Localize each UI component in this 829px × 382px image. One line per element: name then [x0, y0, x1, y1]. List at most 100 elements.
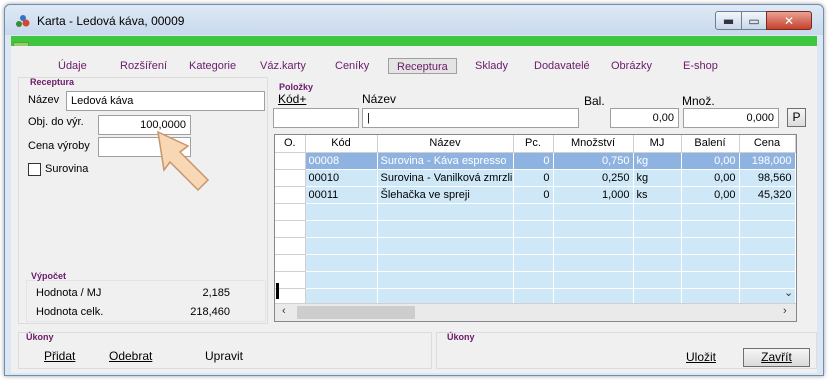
maximize-button[interactable]: ▭ — [741, 11, 767, 30]
maximize-icon: ▭ — [748, 13, 760, 28]
odebrat-button[interactable]: Odebrat — [109, 346, 152, 366]
empty-row — [275, 220, 796, 238]
horizontal-scrollbar[interactable]: ‹ › — [275, 303, 796, 321]
cell-kod: 00011 — [305, 186, 378, 204]
cell-mnozstvi: 0,250 — [553, 169, 634, 187]
cell-nazev: Šlehačka ve spreji — [377, 186, 514, 204]
col-header-mj[interactable]: MJ — [633, 135, 682, 153]
bal-label: Bal. — [584, 94, 605, 108]
col-header-mnozstvi[interactable]: Množství — [553, 135, 634, 153]
grid-header-row: O. Kód Název Pc. Množství MJ Balení Cena — [275, 135, 796, 153]
close-icon: ✕ — [783, 13, 795, 28]
kod-input[interactable] — [273, 108, 359, 128]
cell-o — [275, 169, 306, 187]
tab-rozsireni[interactable]: Rozšíření — [120, 58, 167, 74]
pridat-button[interactable]: Přidat — [44, 346, 75, 366]
pointer-arrow-icon — [157, 130, 210, 192]
col-header-kod[interactable]: Kód — [305, 135, 378, 153]
items-table: O. Kód Název Pc. Množství MJ Balení Cena… — [275, 135, 796, 306]
cell-baleni: 0,00 — [681, 152, 740, 170]
card-body: Údaje Rozšíření Kategorie Váz.karty Cení… — [11, 46, 817, 373]
cell-kod: 00008 — [305, 152, 378, 170]
cell-mj: ks — [633, 186, 682, 204]
ulozit-label: Uložit — [686, 350, 717, 364]
cena-vyroby-label: Cena výroby — [28, 140, 90, 152]
tab-vaz-karty[interactable]: Váz.karty — [260, 58, 306, 74]
empty-row — [275, 203, 796, 221]
nazev-col-label: Název — [362, 92, 397, 106]
tab-sklady[interactable]: Sklady — [475, 58, 508, 74]
cell-o — [275, 186, 306, 204]
cell-pc: 0 — [513, 186, 554, 204]
table-row[interactable]: 00010 Surovina - Vanilková zmrzlina 0 0,… — [275, 169, 796, 187]
card-window: Karta - Ledová káva, 00009 ▬ ▭ ✕ ? Údaje… — [4, 4, 824, 376]
scroll-down-icon[interactable]: ⌄ — [784, 286, 793, 299]
app-icon — [16, 15, 30, 27]
cell-mj: kg — [633, 169, 682, 187]
table-row[interactable]: 00008 Surovina - Káva espresso 0 0,750 k… — [275, 152, 796, 170]
scroll-left-icon[interactable]: ‹ — [282, 305, 286, 317]
vertical-scrollbar[interactable]: ⌄ — [780, 152, 796, 303]
tab-ceniky[interactable]: Ceníky — [335, 58, 369, 74]
cell-mnozstvi: 0,750 — [553, 152, 634, 170]
title-bar[interactable]: Karta - Ledová káva, 00009 ▬ ▭ ✕ — [5, 5, 823, 35]
cell-pc: 0 — [513, 169, 554, 187]
scroll-right-icon[interactable]: › — [783, 305, 787, 317]
cell-nazev: Surovina - Káva espresso — [377, 152, 514, 170]
tab-eshop[interactable]: E-shop — [683, 58, 718, 74]
odebrat-label: Odebrat — [109, 349, 153, 363]
ulozit-button[interactable]: Uložit — [686, 347, 716, 367]
ukony-right-title: Úkony — [447, 332, 475, 342]
cell-nazev: Surovina - Vanilková zmrzlina — [377, 169, 514, 187]
col-header-baleni[interactable]: Balení — [681, 135, 740, 153]
ukony-right-group: Úkony Uložit Zavřít — [436, 332, 817, 369]
zavrit-label: Zavřít — [761, 350, 792, 364]
vypocet-group: Výpočet Hodnota / MJ 2,185 Hodnota celk.… — [26, 271, 266, 322]
table-row[interactable]: 00011 Šlehačka ve spreji 0 1,000 ks 0,00… — [275, 186, 796, 204]
tab-udaje[interactable]: Údaje — [58, 58, 87, 74]
ukony-left-group: Úkony Přidat Odebrat Upravit — [18, 332, 432, 369]
empty-row — [275, 254, 796, 272]
cell-mj: kg — [633, 152, 682, 170]
tab-obrazky[interactable]: Obrázky — [611, 58, 652, 74]
nazev-input[interactable] — [66, 91, 265, 111]
surovina-label: Surovina — [45, 163, 89, 175]
polozky-title: Položky — [279, 82, 314, 92]
nazev-label: Název — [28, 94, 60, 106]
hodnota-mj-value: 2,185 — [202, 287, 230, 299]
ukony-left-title: Úkony — [26, 332, 54, 342]
hodnota-celk-value: 218,460 — [190, 306, 230, 318]
col-header-nazev[interactable]: Název — [377, 135, 514, 153]
zavrit-button[interactable]: Zavřít — [743, 348, 810, 367]
p-button[interactable]: P — [787, 108, 806, 127]
tab-receptura[interactable]: Receptura — [388, 58, 457, 74]
col-header-cena[interactable]: Cena — [739, 135, 796, 153]
hodnota-celk-label: Hodnota celk. — [36, 306, 104, 318]
cell-pc: 0 — [513, 152, 554, 170]
obj-do-vyr-label: Obj. do výr. — [28, 116, 84, 128]
items-grid[interactable]: O. Kód Název Pc. Množství MJ Balení Cena… — [274, 134, 797, 322]
tab-kategorie[interactable]: Kategorie — [189, 58, 236, 74]
surovina-checkbox[interactable] — [28, 163, 41, 176]
green-status-bar — [11, 36, 817, 46]
empty-row — [275, 271, 796, 289]
row-marker — [276, 283, 279, 299]
minimize-button[interactable]: ▬ — [715, 11, 742, 30]
cell-baleni: 0,00 — [681, 186, 740, 204]
bal-input[interactable] — [610, 108, 679, 128]
tab-dodavatele[interactable]: Dodavatelé — [534, 58, 590, 74]
mnoz-label: Množ. — [682, 94, 715, 108]
col-header-o[interactable]: O. — [275, 135, 306, 153]
hodnota-mj-label: Hodnota / MJ — [36, 287, 102, 299]
horizontal-scroll-thumb[interactable] — [297, 306, 415, 319]
window-title: Karta - Ledová káva, 00009 — [37, 14, 185, 28]
receptura-group: Receptura Název Obj. do výr. Cena výroby… — [18, 77, 268, 324]
mnoz-input[interactable] — [683, 108, 779, 128]
vypocet-title: Výpočet — [31, 271, 67, 281]
col-header-pc[interactable]: Pc. — [513, 135, 554, 153]
upravit-button[interactable]: Upravit — [205, 346, 243, 366]
kod-label[interactable]: Kód+ — [278, 92, 306, 106]
close-button[interactable]: ✕ — [766, 11, 812, 30]
receptura-group-title: Receptura — [30, 77, 75, 87]
nazev-input[interactable] — [362, 108, 579, 128]
